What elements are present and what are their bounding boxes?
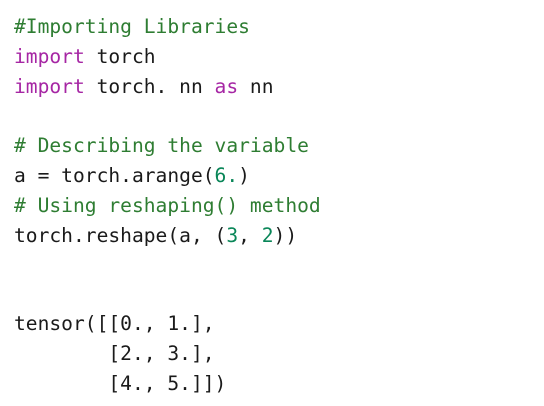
code-line-reshape: torch.reshape(a, (3, 2)) [14, 221, 321, 251]
output-line: tensor([[0., 1.], [14, 312, 215, 335]
code-text: ) [238, 163, 250, 187]
code-line-import-torch: import torch [14, 42, 321, 72]
code-text: , [238, 223, 262, 247]
keyword-as: as [214, 74, 239, 98]
code-text: nn [238, 74, 274, 98]
code-snippet-canvas: #Importing Libraries import torch import… [0, 0, 544, 406]
keyword-import: import [14, 74, 85, 98]
output-block: tensor([[0., 1.], [2., 3.], [4., 5.]]) [14, 309, 226, 398]
number-literal: 3 [226, 223, 239, 247]
number-literal: 2 [261, 223, 274, 247]
code-text: )) [273, 223, 298, 247]
code-block: #Importing Libraries import torch import… [14, 12, 321, 250]
code-text: torch [84, 44, 156, 68]
code-line-arange: a = torch.arange(6.) [14, 161, 321, 191]
keyword-import: import [14, 44, 85, 68]
code-text: a = torch.arange( [14, 163, 215, 187]
comment-describing-variable: # Describing the variable [14, 134, 309, 158]
code-text: torch. nn [84, 74, 215, 98]
output-line: [2., 3.], [14, 341, 215, 365]
comment-using-reshaping: # Using reshaping() method [14, 193, 321, 217]
comment-importing-libraries: #Importing Libraries [14, 15, 250, 38]
code-line-import-nn: import torch. nn as nn [14, 72, 321, 102]
number-literal: 6. [214, 163, 239, 187]
code-text: torch.reshape(a, ( [14, 223, 227, 247]
output-line: [4., 5.]]) [14, 371, 227, 395]
